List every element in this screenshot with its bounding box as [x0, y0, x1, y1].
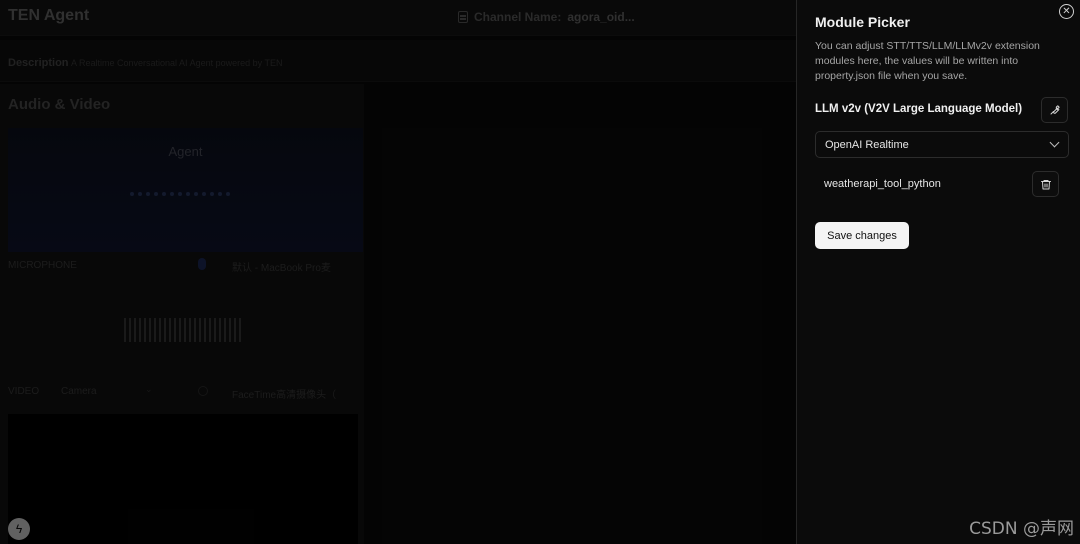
remove-tool-button[interactable]	[1032, 171, 1059, 197]
save-changes-button[interactable]: Save changes	[815, 222, 909, 249]
agent-view: Agent	[8, 128, 363, 252]
background-app: TEN Agent Channel Name: agora_oid... Des…	[0, 0, 796, 544]
wrench-icon	[1050, 105, 1060, 115]
channel-label: Channel Name:	[474, 10, 562, 24]
document-icon	[458, 11, 468, 23]
module-picker-sheet: ✕ Module Picker You can adjust STT/TTS/L…	[796, 0, 1080, 544]
microphone-label: MICROPHONE	[8, 260, 77, 271]
tool-name: weatherapi_tool_python	[824, 178, 941, 190]
camera-device-select[interactable]: FaceTime高清摄像头（	[232, 386, 336, 401]
audio-video-panel: Audio & Video Agent MICROPHONE 默认 - MacB…	[0, 84, 364, 544]
description-bar: Description A Realtime Conversational AI…	[0, 40, 796, 82]
description-label: Description	[8, 57, 69, 69]
section-title: Audio & Video	[8, 96, 111, 113]
sheet-description: You can adjust STT/TTS/LLM/LLMv2v extens…	[815, 40, 1040, 82]
bolt-icon[interactable]: ϟ	[8, 518, 30, 540]
close-icon[interactable]: ✕	[1059, 4, 1074, 19]
microphone-waveform	[124, 318, 241, 342]
top-bar: TEN Agent Channel Name: agora_oid...	[0, 0, 796, 36]
module-select-value: OpenAI Realtime	[825, 139, 909, 151]
chevron-down-icon	[1049, 137, 1060, 148]
agent-name: Agent	[168, 144, 203, 159]
description-text: A Realtime Conversational AI Agent power…	[71, 58, 283, 68]
chevron-down-icon[interactable]: ⌄	[145, 384, 153, 395]
video-preview	[8, 414, 358, 544]
watermark: CSDN @声网	[969, 519, 1074, 539]
sheet-title: Module Picker	[815, 14, 910, 30]
video-label: VIDEO	[8, 386, 40, 397]
configure-tools-button[interactable]	[1041, 97, 1068, 123]
app-title: TEN Agent	[8, 7, 90, 24]
trash-icon	[1040, 179, 1051, 189]
camera-source-select[interactable]: Camera	[61, 386, 97, 397]
module-select[interactable]: OpenAI Realtime	[815, 131, 1069, 158]
channel-value: agora_oid...	[567, 10, 635, 24]
microphone-device-select[interactable]: 默认 - MacBook Pro麦	[232, 259, 331, 274]
camera-icon[interactable]	[198, 386, 208, 396]
module-label: LLM v2v (V2V Large Language Model)	[815, 103, 1023, 115]
microphone-icon[interactable]	[198, 258, 206, 270]
channel-info: Channel Name: agora_oid...	[458, 10, 635, 24]
agent-visualizer	[130, 192, 230, 196]
